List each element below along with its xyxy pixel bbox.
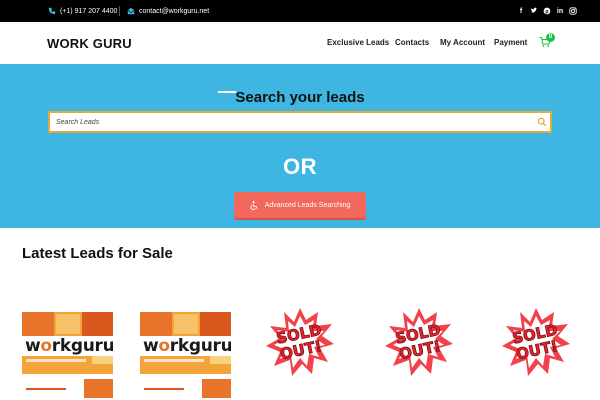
advanced-search-button[interactable]: Advanced Leads Searching bbox=[234, 192, 366, 218]
pinterest-icon[interactable]: p bbox=[542, 6, 552, 16]
site-logo[interactable]: WORK GURU bbox=[47, 36, 132, 51]
product-card[interactable]: SOLD OUT! bbox=[264, 306, 336, 383]
nav-payment[interactable]: Payment bbox=[494, 38, 527, 47]
workguru-product-image[interactable]: workguru bbox=[140, 312, 231, 398]
nav-exclusive-leads[interactable]: Exclusive Leads bbox=[327, 38, 389, 47]
linkedin-icon[interactable]: in bbox=[555, 6, 565, 16]
image-block bbox=[82, 312, 113, 336]
sold-out-stamp[interactable]: SOLD OUT! bbox=[383, 306, 455, 378]
latest-leads-heading: Latest Leads for Sale bbox=[22, 245, 173, 262]
phone-icon bbox=[48, 7, 56, 15]
workguru-product-image[interactable]: workguru bbox=[22, 312, 113, 398]
product-card[interactable]: workguru bbox=[140, 312, 231, 398]
product-grid: workguru workguru SOLD OUT! SOLD OUT! SO… bbox=[0, 300, 600, 400]
image-block bbox=[56, 314, 80, 334]
image-block bbox=[200, 312, 231, 336]
phone-number: (+1) 917 207 4400 bbox=[60, 7, 118, 15]
phone-contact[interactable]: (+1) 917 207 4400 bbox=[48, 0, 117, 22]
envelope-icon bbox=[127, 7, 135, 15]
sold-out-stamp[interactable]: SOLD OUT! bbox=[500, 306, 572, 378]
image-subline bbox=[144, 359, 204, 362]
svg-text:p: p bbox=[545, 9, 548, 15]
image-subline bbox=[26, 359, 86, 362]
product-card[interactable]: SOLD OUT! bbox=[383, 306, 455, 383]
nav-my-account[interactable]: My Account bbox=[440, 38, 485, 47]
site-header: WORK GURU Exclusive Leads Contacts My Ac… bbox=[0, 22, 600, 64]
workguru-wordmark: workguru bbox=[25, 336, 113, 356]
image-footer-bar bbox=[84, 379, 113, 398]
or-separator: OR bbox=[283, 154, 317, 179]
top-contact-bar: (+1) 917 207 4400 contact@workguru.net f… bbox=[0, 0, 600, 22]
image-block bbox=[174, 314, 198, 334]
product-card[interactable]: SOLD OUT! bbox=[500, 306, 572, 383]
product-card[interactable]: workguru bbox=[22, 312, 113, 398]
twitter-icon[interactable] bbox=[529, 6, 539, 16]
image-footer-bar bbox=[202, 379, 231, 398]
image-block bbox=[22, 312, 54, 338]
email-address: contact@workguru.net bbox=[139, 7, 210, 15]
instagram-icon[interactable] bbox=[568, 6, 578, 16]
topbar-divider bbox=[119, 6, 120, 16]
social-links: f p in bbox=[513, 0, 578, 22]
image-footer-line bbox=[26, 388, 66, 390]
workguru-wordmark: workguru bbox=[143, 336, 231, 356]
search-box bbox=[48, 111, 552, 133]
accessibility-icon bbox=[250, 200, 258, 210]
sold-out-stamp[interactable]: SOLD OUT! bbox=[264, 306, 336, 378]
search-hero: Search your leads OR Advanced Leads Sear… bbox=[0, 64, 600, 228]
search-title: Search your leads bbox=[235, 89, 365, 106]
advanced-search-label: Advanced Leads Searching bbox=[264, 201, 351, 209]
search-icon[interactable] bbox=[537, 117, 547, 127]
facebook-icon[interactable]: f bbox=[516, 6, 526, 16]
search-input[interactable] bbox=[50, 113, 530, 131]
nav-contacts[interactable]: Contacts bbox=[395, 38, 429, 47]
image-footer-line bbox=[144, 388, 184, 390]
email-contact[interactable]: contact@workguru.net bbox=[127, 0, 209, 22]
image-block bbox=[140, 312, 172, 338]
cart-count-badge: 0 bbox=[546, 33, 555, 42]
